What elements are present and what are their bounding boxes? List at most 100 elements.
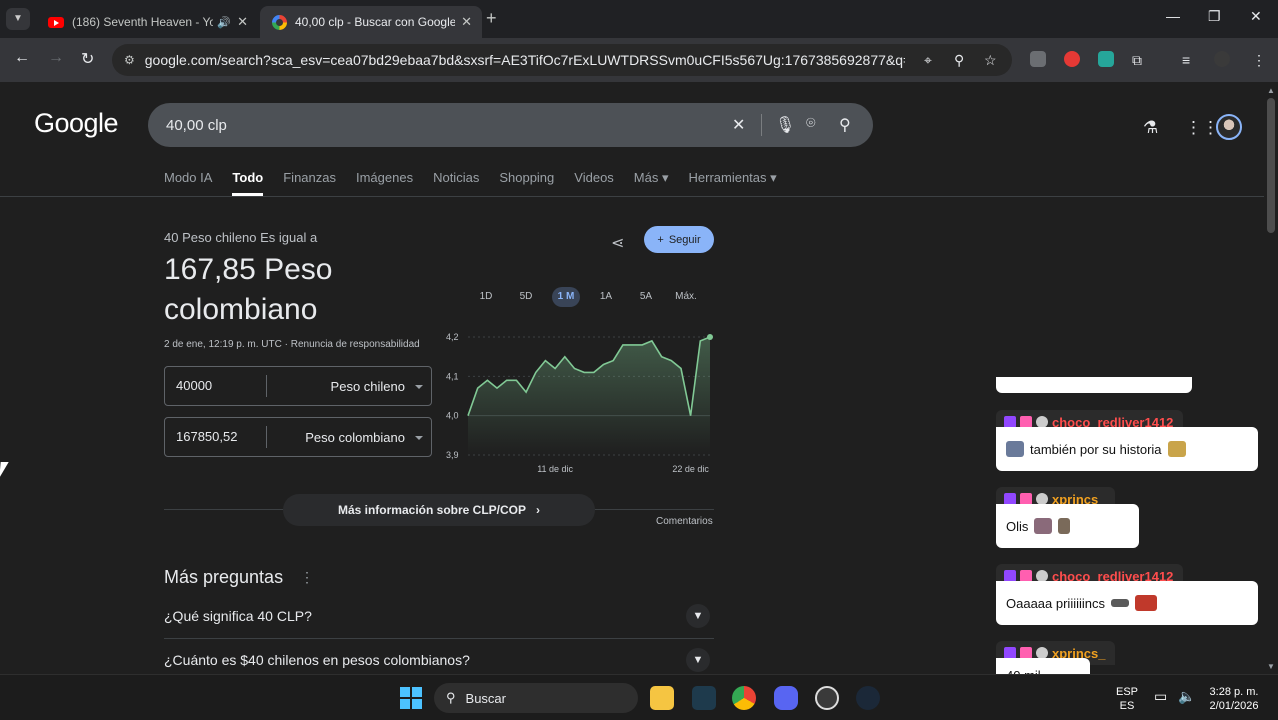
comments-link[interactable]: Comentarios (656, 516, 713, 527)
question-item[interactable]: ¿Cuánto es $40 chilenos en pesos colombi… (164, 638, 714, 674)
emote-icon (1135, 595, 1157, 611)
extension-icon[interactable] (1030, 51, 1046, 67)
google-logo[interactable]: Google (34, 108, 119, 139)
tab-imagenes[interactable]: Imágenes (356, 170, 413, 196)
range-max[interactable]: Máx. (666, 287, 706, 307)
x-tick-label: 11 de dic (537, 464, 573, 474)
more-info-button[interactable]: Más información sobre CLP/COP › (283, 494, 595, 526)
scroll-down-icon[interactable]: ▼ (1267, 662, 1275, 671)
close-tab-icon[interactable]: ✕ (237, 14, 248, 30)
close-window-button[interactable]: ✕ (1250, 8, 1262, 25)
divider (761, 114, 762, 136)
exchange-rate-chart[interactable]: 4,2 4,1 4,0 3,9 11 de dic 22 de dic (440, 327, 720, 477)
page-scrollbar[interactable]: ▲ ▼ (1264, 82, 1278, 674)
people-also-ask-title: Más preguntas (164, 567, 284, 587)
new-tab-button[interactable]: + (486, 8, 497, 29)
more-options-icon[interactable]: ⋮ (300, 569, 314, 586)
converter-timestamp: 2 de ene, 12:19 p. m. UTC · Renuncia de … (164, 339, 420, 350)
to-amount-input[interactable]: 167850,52 (165, 426, 267, 448)
minimize-button[interactable]: — (1166, 8, 1180, 24)
lens-icon[interactable]: ⌾ (806, 115, 816, 133)
follow-button[interactable]: + Seguir (644, 226, 714, 253)
tab-finanzas[interactable]: Finanzas (283, 170, 336, 196)
apps-grid-icon[interactable]: ⋮⋮ (1185, 118, 1219, 138)
start-button[interactable] (400, 687, 422, 709)
range-1m[interactable]: 1 M (552, 287, 580, 307)
forward-button[interactable]: → (48, 49, 64, 67)
to-currency-row: 167850,52 Peso colombiano (164, 417, 432, 457)
disclaimer-link[interactable]: Renuncia de responsabilidad (291, 339, 420, 350)
account-avatar[interactable] (1216, 114, 1242, 140)
steam-icon[interactable] (856, 686, 880, 710)
file-explorer-icon[interactable] (650, 686, 674, 710)
site-info-icon[interactable]: ⚙ (124, 53, 135, 67)
labs-flask-icon[interactable]: ⚗ (1143, 118, 1158, 138)
volume-icon[interactable]: 🔈 (1178, 689, 1195, 703)
extension-icon[interactable] (1098, 51, 1114, 67)
media-control-icon[interactable]: ≡ (1182, 52, 1190, 68)
extensions-puzzle-icon[interactable]: ⧉ (1132, 52, 1142, 69)
search-box[interactable]: ✕ 🎙 ⌾ ⚲ (148, 103, 873, 147)
range-1a[interactable]: 1A (586, 287, 626, 307)
chevron-down-icon[interactable]: ▼ (686, 604, 710, 628)
chevron-right-icon: › (536, 503, 541, 517)
app-icon[interactable] (692, 686, 716, 710)
chevron-down-icon[interactable]: ▼ (686, 648, 710, 672)
scrollbar-thumb[interactable] (1267, 98, 1275, 233)
back-button[interactable]: ← (14, 49, 30, 67)
x-tick-label: 22 de dic (672, 464, 709, 474)
address-bar[interactable]: ⚙ google.com/search?sca_esv=cea07bd29eba… (112, 44, 1012, 76)
search-icon: ⚲ (446, 690, 456, 705)
emote-icon (1058, 518, 1071, 534)
clear-icon[interactable]: ✕ (732, 115, 745, 135)
location-icon[interactable]: ⌖ (924, 52, 932, 69)
network-icon[interactable]: ▭ (1154, 689, 1167, 703)
url-text: google.com/search?sca_esv=cea07bd29ebaa7… (144, 52, 905, 68)
discord-icon[interactable] (774, 686, 798, 710)
search-input[interactable] (166, 116, 706, 134)
profile-avatar[interactable] (1214, 51, 1230, 67)
tab-herramientas[interactable]: Herramientas ▾ (689, 170, 777, 196)
clock[interactable]: 3:28 p. m. 2/01/2026 (1206, 685, 1262, 713)
tab-videos[interactable]: Videos (574, 170, 614, 196)
chart-area (468, 337, 710, 455)
extension-icon[interactable] (1064, 51, 1080, 67)
tab-mas[interactable]: Más ▾ (634, 170, 669, 196)
share-icon[interactable]: ⋖ (611, 233, 624, 253)
plus-icon: + (657, 233, 664, 246)
tab-modo-ia[interactable]: Modo IA (164, 170, 212, 196)
from-currency-row: 40000 Peso chileno (164, 366, 432, 406)
close-tab-icon[interactable]: ✕ (461, 14, 472, 30)
from-amount-input[interactable]: 40000 (165, 375, 267, 397)
tab-youtube[interactable]: (186) Seventh Heaven - You 🔊 ✕ (36, 6, 258, 38)
range-5a[interactable]: 5A (626, 287, 666, 307)
reload-button[interactable]: ↻ (81, 49, 94, 69)
chrome-icon[interactable] (732, 686, 756, 710)
tab-shopping[interactable]: Shopping (499, 170, 554, 196)
maximize-button[interactable]: ❐ (1208, 8, 1221, 25)
chrome-menu-icon[interactable]: ⋮ (1252, 52, 1266, 69)
tab-search-button[interactable]: ▼ (6, 8, 30, 30)
range-5d[interactable]: 5D (506, 287, 546, 307)
windows-taskbar: ⚲ Buscar ESP ES ▭ 🔈 3:28 p. m. 2/01/2026 (0, 674, 1278, 720)
input-language[interactable]: ESP ES (1116, 685, 1138, 713)
bookmark-star-icon[interactable]: ☆ (984, 52, 997, 69)
obs-icon[interactable] (815, 686, 839, 710)
from-currency-select[interactable]: Peso chileno (267, 379, 431, 394)
y-tick-label: 4,2 (446, 332, 459, 342)
scroll-up-icon[interactable]: ▲ (1267, 86, 1275, 95)
emote-icon (1111, 599, 1129, 607)
tab-todo[interactable]: Todo (232, 170, 264, 196)
to-currency-select[interactable]: Peso colombiano (267, 430, 431, 445)
zoom-icon[interactable]: ⚲ (954, 52, 964, 69)
tab-google-search[interactable]: 40,00 clp - Buscar con Google ✕ (260, 6, 482, 38)
speaker-icon[interactable]: 🔊 (217, 16, 231, 29)
microphone-icon[interactable]: 🎙 (775, 115, 795, 135)
chat-message: Oaaaaa priiiiiincs (996, 581, 1258, 625)
question-item[interactable]: ¿Qué significa 40 CLP? ▼ (164, 594, 714, 638)
range-1d[interactable]: 1D (466, 287, 506, 307)
y-tick-label: 3,9 (446, 450, 459, 460)
taskbar-search[interactable]: ⚲ Buscar (434, 683, 638, 713)
tab-noticias[interactable]: Noticias (433, 170, 479, 196)
search-icon[interactable]: ⚲ (839, 115, 851, 135)
